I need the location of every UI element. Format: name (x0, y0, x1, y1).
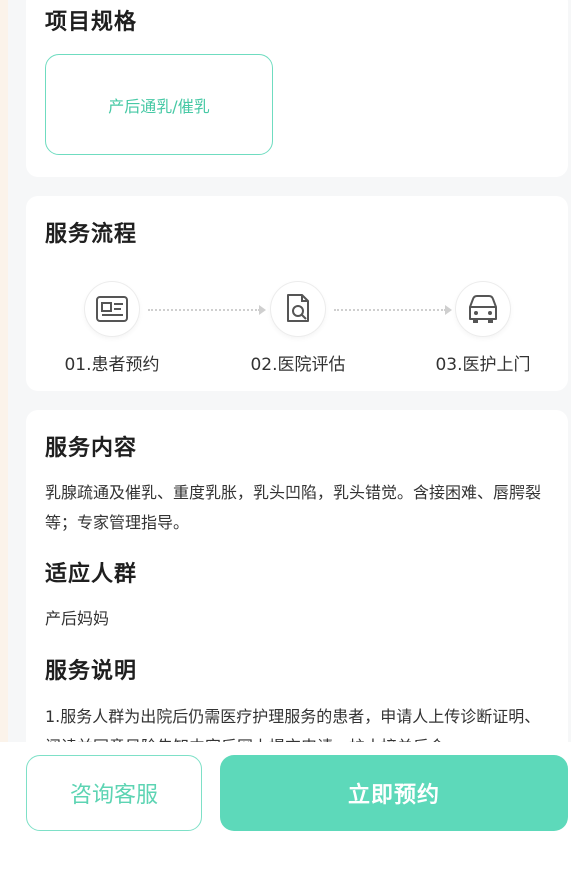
process-step-3-label: 03.医护上门 (435, 355, 531, 375)
book-now-button[interactable]: 立即预约 (220, 755, 568, 831)
details-card: 服务内容 乳腺疏通及催乳、重度乳胀，乳头凹陷，乳头错觉。含接困难、唇腭裂等；专家… (26, 410, 568, 770)
process-step-2: 02.医院评估 (233, 282, 363, 375)
audience-section-title: 适应人群 (45, 556, 138, 592)
process-step-1: 01.患者预约 (47, 282, 177, 375)
document-search-icon (271, 282, 325, 336)
spec-option-chip[interactable]: 产后通乳/催乳 (45, 54, 273, 155)
content-description: 乳腺疏通及催乳、重度乳胀，乳头凹陷，乳头错觉。含接困难、唇腭裂等；专家管理指导。 (45, 483, 542, 532)
process-step-2-label: 02.医院评估 (250, 355, 346, 375)
bottom-action-bar: 咨询客服 立即预约 (0, 742, 571, 875)
id-card-icon (85, 282, 139, 336)
audience-description: 产后妈妈 (45, 609, 110, 628)
process-step-1-label: 01.患者预约 (64, 355, 160, 375)
process-step-3: 03.医护上门 (418, 282, 548, 375)
process-card: 服务流程 01.患者预约 02.医院评估 03.医护上门 (26, 196, 568, 391)
content-section-title: 服务内容 (45, 430, 138, 466)
notes-section-title: 服务说明 (45, 653, 138, 689)
spec-section-title: 项目规格 (45, 4, 138, 40)
consult-service-button[interactable]: 咨询客服 (26, 755, 202, 831)
spec-card: 项目规格 产后通乳/催乳 (26, 0, 568, 177)
car-icon (456, 282, 510, 336)
process-section-title: 服务流程 (45, 216, 138, 252)
